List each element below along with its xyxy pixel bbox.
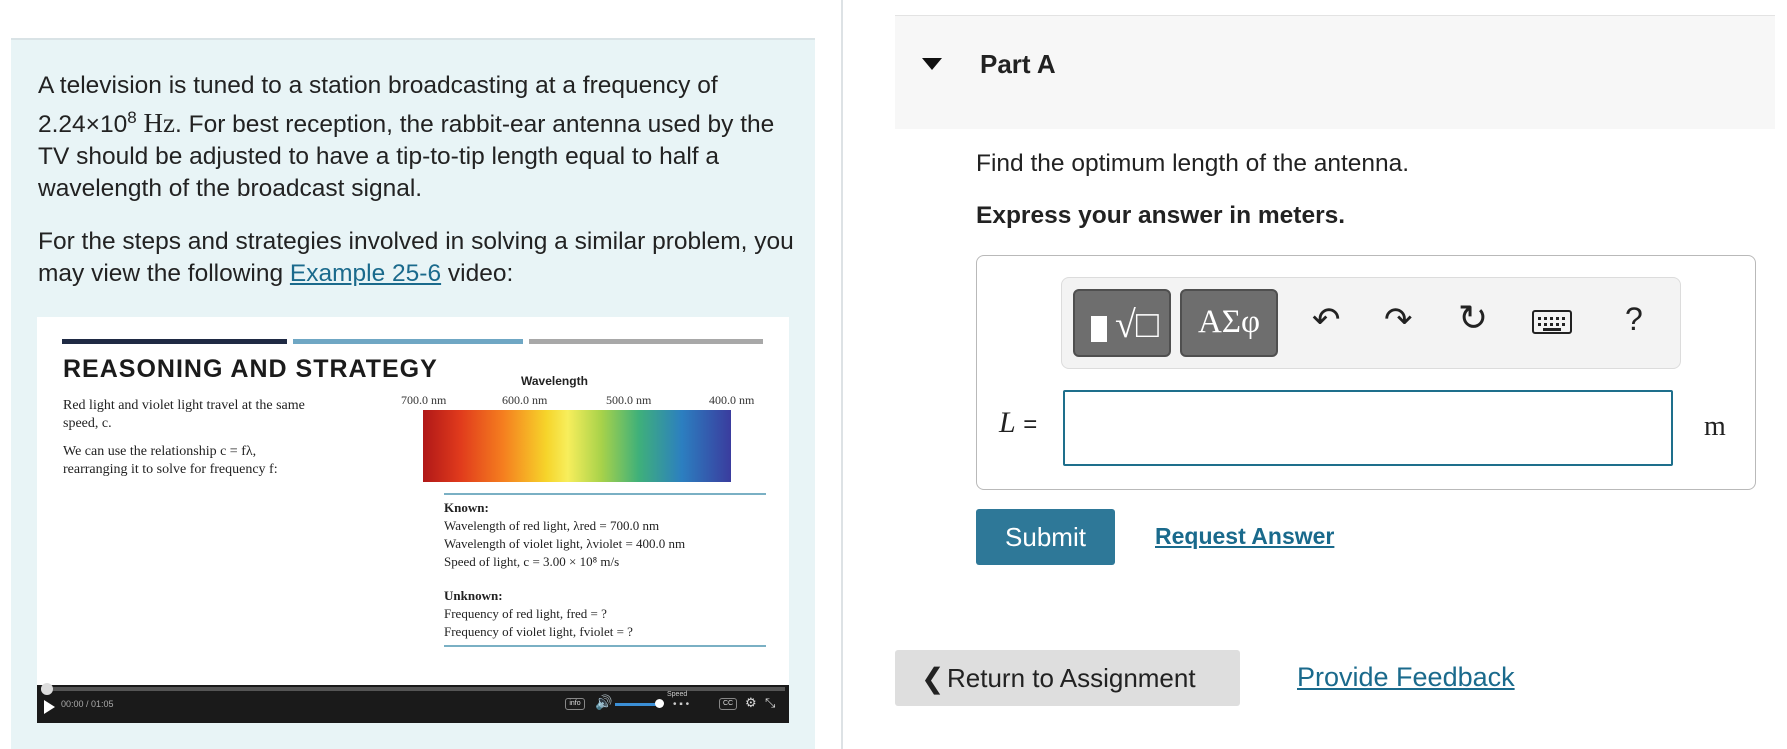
video-color-bar: [529, 339, 763, 344]
keyboard-icon[interactable]: [1532, 310, 1572, 334]
video-player[interactable]: REASONING AND STRATEGY Red light and vio…: [37, 317, 789, 723]
undo-icon[interactable]: ↶: [1312, 300, 1341, 340]
variable-label: L =: [999, 406, 1038, 439]
video-controls: 00:00 / 01:05 info 🔊 Speed • ▪ • CC ⚙ ⤡: [37, 683, 789, 723]
known-title: Known:: [444, 500, 489, 515]
math-toolbar: √□ ΑΣφ ↶ ↷ ↻ ?: [1061, 277, 1681, 369]
cc-button[interactable]: CC: [719, 698, 737, 710]
return-label: Return to Assignment: [947, 663, 1196, 693]
gear-icon[interactable]: ⚙: [745, 695, 757, 711]
video-title: REASONING AND STRATEGY: [63, 355, 438, 383]
reset-icon[interactable]: ↻: [1458, 297, 1488, 339]
part-title: Part A: [980, 49, 1056, 79]
fullscreen-icon[interactable]: ⤡: [765, 695, 775, 711]
wavelength-label: Wavelength: [521, 374, 588, 388]
return-to-assignment-button[interactable]: ❮ Return to Assignment: [895, 650, 1240, 706]
tick-label: 500.0 nm: [606, 393, 652, 407]
known-item: Wavelength of red light, λred = 700.0 nm: [444, 518, 660, 533]
unknown-item: Frequency of red light, fred = ?: [444, 606, 607, 621]
example-link[interactable]: Example 25-6: [290, 260, 441, 287]
unit-label: m: [1704, 411, 1726, 442]
help-icon[interactable]: ?: [1625, 301, 1643, 338]
known-item: Speed of light, c = 3.00 × 10⁸ m/s: [444, 554, 620, 569]
problem-text-part1: A television is tuned to a station broad…: [38, 72, 718, 99]
frequency-value: 2.24×108 Hz: [38, 108, 176, 139]
redo-icon[interactable]: ↷: [1384, 300, 1413, 340]
tick-label: 700.0 nm: [401, 393, 447, 407]
symbols-button[interactable]: ΑΣφ: [1180, 289, 1278, 357]
video-text-1: Red light and violet light travel at the…: [63, 398, 305, 431]
submit-button[interactable]: Submit: [976, 509, 1115, 565]
unknown-item: Frequency of violet light, fviolet = ?: [444, 624, 633, 639]
answer-box: √□ ΑΣφ ↶ ↷ ↻ ? L = m: [976, 255, 1756, 490]
volume-icon[interactable]: 🔊: [595, 694, 612, 711]
part-header[interactable]: Part A: [895, 15, 1775, 129]
question-text: Find the optimum length of the antenna.: [976, 150, 1410, 177]
tick-label: 400.0 nm: [709, 393, 755, 407]
tick-label: 600.0 nm: [502, 393, 548, 407]
speed-label: Speed: [667, 691, 688, 698]
play-icon[interactable]: [44, 700, 55, 714]
templates-button[interactable]: √□: [1073, 289, 1171, 357]
caret-down-icon[interactable]: [922, 58, 942, 70]
volume-knob[interactable]: [655, 699, 664, 708]
instruction-text: Express your answer in meters.: [976, 202, 1346, 229]
color-spectrum: [423, 410, 731, 482]
unknown-title: Unknown:: [444, 588, 503, 603]
problem-panel: A television is tuned to a station broad…: [11, 38, 815, 749]
video-intro-text: For the steps and strategies involved in…: [38, 228, 794, 287]
answer-input[interactable]: [1063, 390, 1673, 466]
volume-slider[interactable]: [615, 703, 659, 706]
time-display: 00:00 / 01:05: [61, 699, 114, 709]
speed-slider[interactable]: • ▪ •: [673, 699, 689, 710]
problem-text: A television is tuned to a station broad…: [38, 70, 798, 205]
provide-feedback-link[interactable]: Provide Feedback: [1297, 662, 1515, 693]
panel-divider: [841, 0, 843, 749]
video-color-bar: [62, 339, 287, 344]
known-item: Wavelength of violet light, λviolet = 40…: [444, 536, 686, 551]
known-unknown-box: Known: Wavelength of red light, λred = 7…: [444, 493, 766, 647]
square-root-icon: √□: [1115, 304, 1159, 346]
template-square-icon: [1091, 316, 1107, 342]
info-button[interactable]: info: [565, 698, 585, 710]
video-color-bar: [293, 339, 523, 344]
chevron-left-icon: ❮: [921, 663, 945, 694]
request-answer-link[interactable]: Request Answer: [1155, 523, 1334, 550]
progress-knob[interactable]: [41, 683, 53, 695]
video-text-2: We can use the relationship c = fλ, rear…: [63, 444, 278, 477]
